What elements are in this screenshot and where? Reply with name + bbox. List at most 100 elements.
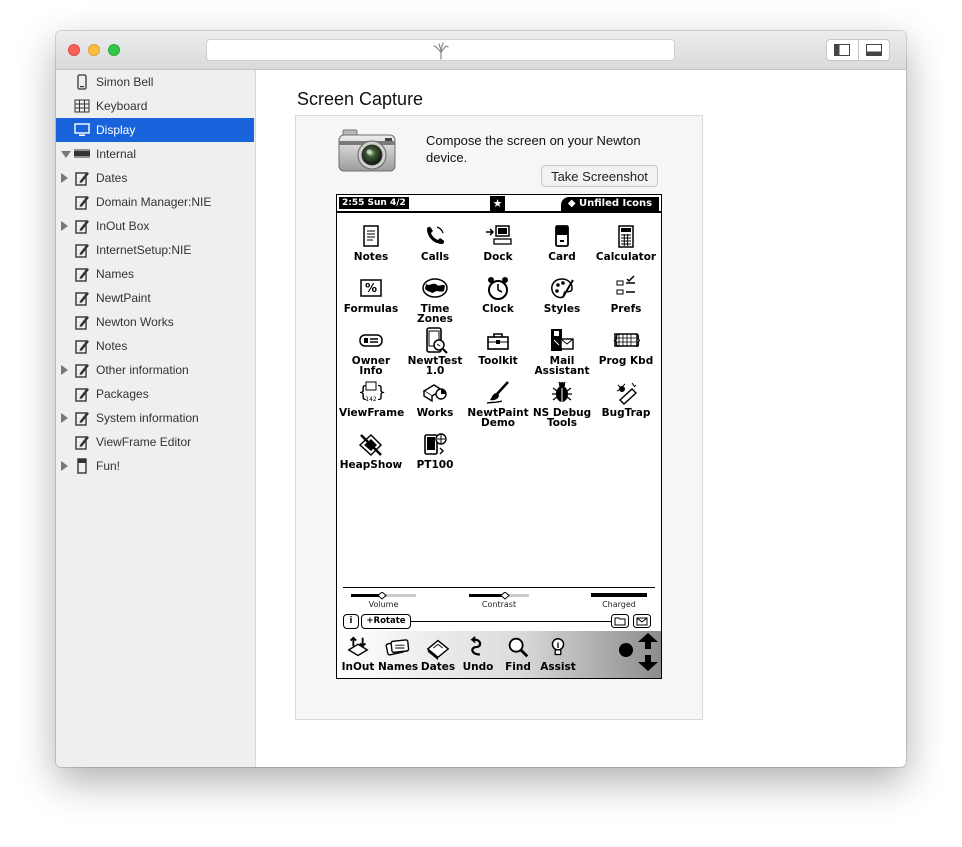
newton-star-icon[interactable]: ★	[490, 196, 505, 211]
page-title: Screen Capture	[297, 89, 424, 109]
tray-button-undo[interactable]: Undo	[458, 635, 498, 672]
newton-app-label: Prog Kbd	[598, 355, 654, 367]
sidebar-item-system-information[interactable]: System information	[56, 406, 254, 430]
take-screenshot-button[interactable]: Take Screenshot	[541, 165, 658, 187]
app-window: Simon Bell Keyboard Display Internal Dates Do…	[56, 31, 906, 767]
sidebar-item-domain-manager-nie[interactable]: Domain Manager:NIE	[56, 190, 254, 214]
newton-app-mail-assistant[interactable]: Mail Assistant	[530, 327, 594, 376]
newton-app-toolkit[interactable]: Toolkit	[466, 327, 530, 366]
sidebar-item-label: Other information	[96, 363, 189, 377]
tray-button-label: InOut	[341, 661, 375, 673]
newton-app-bugtrap[interactable]: BugTrap	[594, 379, 658, 418]
sidebar-item-keyboard[interactable]: Keyboard	[56, 94, 254, 118]
disclosure-closed-icon[interactable]	[61, 413, 68, 423]
address-bar[interactable]	[206, 39, 675, 61]
sidebar-item-display[interactable]: Display	[56, 118, 254, 142]
sidebar-item-fun[interactable]: Fun!	[56, 454, 254, 478]
disclosure-closed-icon[interactable]	[61, 365, 68, 375]
sidebar-item-label: InternetSetup:NIE	[96, 243, 192, 257]
overview-dot-icon[interactable]	[619, 643, 633, 657]
sidebar-item-newtpaint[interactable]: NewtPaint	[56, 286, 254, 310]
newton-app-pt100[interactable]: PT100	[403, 431, 467, 470]
newton-clock[interactable]: 2:55 Sun 4/2	[339, 197, 409, 209]
soup-icon	[74, 362, 90, 378]
soup-icon	[74, 290, 90, 306]
sidebar-item-packages[interactable]: Packages	[56, 382, 254, 406]
tray-button-names[interactable]: Names	[378, 635, 418, 672]
sidebar-item-inout-box[interactable]: InOut Box	[56, 214, 254, 238]
find-icon	[508, 637, 529, 658]
rotate-button[interactable]: +Rotate	[361, 614, 411, 629]
newton-app-heapshow[interactable]: HeapShow	[339, 431, 403, 470]
sidebar-item-simon-bell[interactable]: Simon Bell	[56, 70, 254, 94]
envelope-icon[interactable]	[633, 614, 651, 628]
tray-button-assist[interactable]: Assist	[538, 635, 578, 672]
tray-button-inout[interactable]: InOut	[338, 635, 378, 672]
sidebar-item-label: Display	[96, 123, 136, 137]
newton-app-label: NewtTest 1.0	[407, 355, 463, 377]
disclosure-closed-icon[interactable]	[61, 221, 68, 231]
inout-icon	[347, 636, 369, 657]
button-bar-line	[411, 621, 611, 622]
slider-divider	[343, 587, 655, 588]
phone-device-icon	[74, 74, 90, 90]
palette-icon	[551, 278, 574, 299]
newton-app-calls[interactable]: Calls	[403, 223, 467, 262]
info-button[interactable]: i	[343, 614, 359, 629]
newton-app-newtpaint-demo[interactable]: NewtPaint Demo	[466, 379, 530, 428]
disclosure-closed-icon[interactable]	[61, 461, 68, 471]
newton-app-prefs[interactable]: Prefs	[594, 275, 658, 314]
heapshow-icon	[358, 433, 383, 457]
newton-test-icon	[426, 327, 448, 354]
zoom-window-button[interactable]	[108, 44, 120, 56]
sidebar-item-internetsetup-nie[interactable]: InternetSetup:NIE	[56, 238, 254, 262]
sidebar-item-internal[interactable]: Internal	[56, 142, 254, 166]
folder-icon[interactable]	[611, 614, 629, 628]
newton-app-label: Calculator	[595, 251, 657, 263]
newton-app-label: Dock	[483, 251, 513, 263]
volume-label: Volume	[368, 600, 399, 609]
newton-app-ns-debug-tools[interactable]: NS Debug Tools	[530, 379, 594, 428]
sidebar-item-newton-works[interactable]: Newton Works	[56, 310, 254, 334]
newton-app-clock[interactable]: Clock	[466, 275, 530, 314]
folder-tab[interactable]: ◆ Unfiled Icons	[561, 197, 659, 211]
disclosure-open-icon[interactable]	[61, 151, 71, 158]
newton-app-time-zones[interactable]: Time Zones	[403, 275, 467, 324]
newton-app-styles[interactable]: Styles	[530, 275, 594, 314]
sidebar-item-dates[interactable]: Dates	[56, 166, 254, 190]
newton-app-card[interactable]: Card	[530, 223, 594, 262]
title-bar	[56, 31, 906, 70]
close-window-button[interactable]	[68, 44, 80, 56]
newton-app-notes[interactable]: Notes	[339, 223, 403, 262]
newton-app-newttest-1-0[interactable]: NewtTest 1.0	[403, 327, 467, 376]
newton-app-label: Works	[416, 407, 454, 419]
newton-app-label: PT100	[416, 459, 454, 471]
newton-app-works[interactable]: Works	[403, 379, 467, 418]
newton-app-prog-kbd[interactable]: {} Prog Kbd	[594, 327, 658, 366]
newton-button-tray: InOut Names Dates Undo Find Assist	[337, 631, 661, 678]
soup-icon	[74, 266, 90, 282]
sidebar-item-notes[interactable]: Notes	[56, 334, 254, 358]
tray-button-label: Names	[378, 661, 419, 673]
newton-app-viewframe[interactable]: {}142 ViewFrame	[339, 379, 404, 418]
soup-icon	[74, 170, 90, 186]
sidebar-item-other-information[interactable]: Other information	[56, 358, 254, 382]
undo-icon	[470, 635, 482, 656]
contrast-slider[interactable]	[469, 592, 529, 600]
tray-button-dates[interactable]: Dates	[418, 635, 458, 672]
tray-button-find[interactable]: Find	[498, 635, 538, 672]
volume-slider[interactable]	[351, 592, 416, 600]
toggle-bottom-panel-button[interactable]	[857, 40, 890, 60]
newton-app-calculator[interactable]: Calculator	[594, 223, 658, 262]
newton-app-dock[interactable]: Dock	[466, 223, 530, 262]
disclosure-closed-icon[interactable]	[61, 173, 68, 183]
scroll-arrows-icon[interactable]	[638, 633, 658, 671]
toggle-sidebar-button[interactable]	[827, 40, 858, 60]
sidebar-item-label: Dates	[96, 171, 128, 185]
tray-button-label: Undo	[462, 661, 494, 673]
newton-app-formulas[interactable]: % Formulas	[339, 275, 403, 314]
newton-app-owner-info[interactable]: Owner Info	[339, 327, 403, 376]
sidebar-item-viewframe-editor[interactable]: ViewFrame Editor	[56, 430, 254, 454]
sidebar-item-names[interactable]: Names	[56, 262, 254, 286]
minimize-window-button[interactable]	[88, 44, 100, 56]
